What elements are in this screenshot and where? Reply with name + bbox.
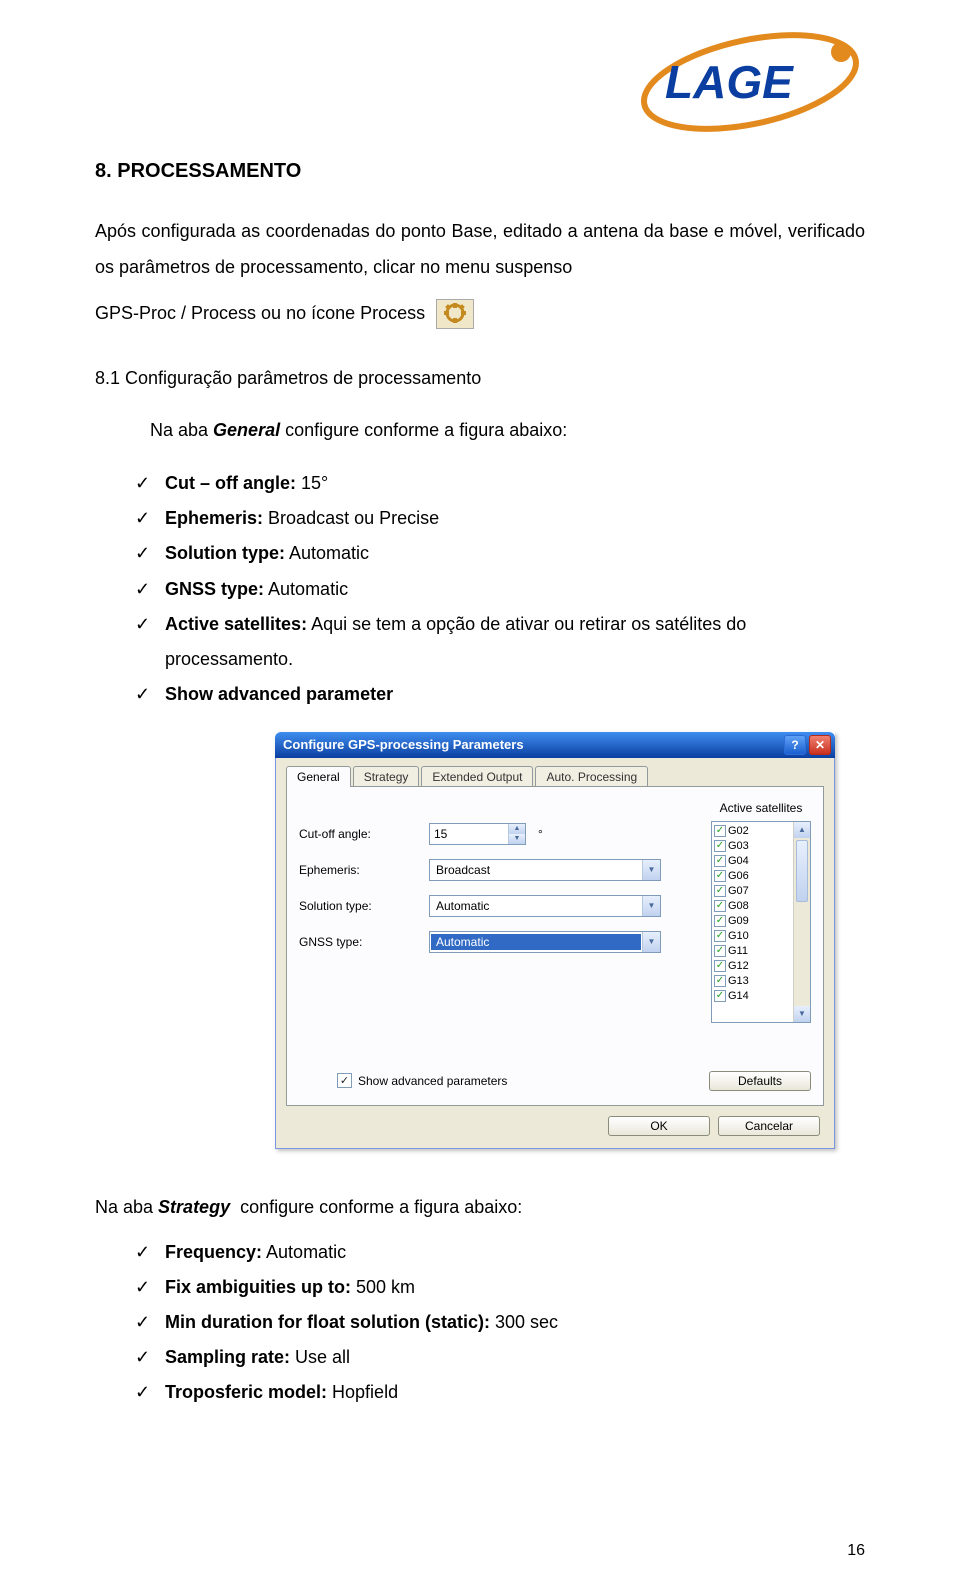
dialog-configure-gps-processing: Configure GPS-processing Parameters ? ✕ … bbox=[275, 732, 835, 1149]
strategy-intro: Na aba Strategy configure conforme a fig… bbox=[95, 1189, 865, 1225]
scroll-up-icon[interactable]: ▲ bbox=[794, 822, 810, 838]
chevron-down-icon[interactable]: ▼ bbox=[642, 860, 660, 880]
satellite-item[interactable]: ✓G12 bbox=[714, 959, 793, 974]
svg-text:LAGE: LAGE bbox=[665, 56, 794, 108]
list-item-continuation: processamento. bbox=[165, 642, 865, 677]
page-number: 16 bbox=[847, 1542, 865, 1560]
dialog-title: Configure GPS-processing Parameters bbox=[283, 737, 524, 752]
defaults-button[interactable]: Defaults bbox=[709, 1071, 811, 1091]
chevron-down-icon[interactable]: ▼ bbox=[642, 932, 660, 952]
label-gnss-type: GNSS type: bbox=[299, 935, 429, 949]
checkbox-icon[interactable]: ✓ bbox=[714, 870, 726, 882]
brand-logo: LAGE bbox=[635, 30, 865, 135]
gnss-type-select[interactable]: Automatic ▼ bbox=[429, 931, 661, 953]
checkbox-icon[interactable]: ✓ bbox=[714, 855, 726, 867]
satellite-item[interactable]: ✓G10 bbox=[714, 929, 793, 944]
satellite-item[interactable]: ✓G07 bbox=[714, 884, 793, 899]
subsection-heading: 8.1 Configuração parâmetros de processam… bbox=[95, 361, 865, 395]
list-item: GNSS type: Automatic bbox=[135, 572, 865, 607]
list-item: Solution type: Automatic bbox=[135, 536, 865, 571]
help-button[interactable]: ? bbox=[784, 735, 806, 755]
checklist-general-2: Show advanced parameter bbox=[135, 677, 865, 712]
tab-extended-output[interactable]: Extended Output bbox=[421, 766, 533, 787]
chevron-down-icon[interactable]: ▼ bbox=[642, 896, 660, 916]
label-ephemeris: Ephemeris: bbox=[299, 863, 429, 877]
checkbox-icon[interactable]: ✓ bbox=[714, 915, 726, 927]
ephemeris-select[interactable]: Broadcast ▼ bbox=[429, 859, 661, 881]
checkbox-icon[interactable]: ✓ bbox=[714, 960, 726, 972]
checkbox-icon[interactable]: ✓ bbox=[714, 975, 726, 987]
satellite-item[interactable]: ✓G03 bbox=[714, 839, 793, 854]
dialog-titlebar[interactable]: Configure GPS-processing Parameters ? ✕ bbox=[275, 732, 835, 758]
tab-auto-processing[interactable]: Auto. Processing bbox=[535, 766, 648, 787]
checkbox-icon[interactable]: ✓ bbox=[714, 990, 726, 1002]
list-item: Show advanced parameter bbox=[135, 677, 865, 712]
list-item: Troposferic model: Hopfield bbox=[135, 1375, 865, 1410]
checkbox-icon[interactable]: ✓ bbox=[714, 900, 726, 912]
solution-type-select[interactable]: Automatic ▼ bbox=[429, 895, 661, 917]
label-cutoff: Cut-off angle: bbox=[299, 827, 429, 841]
list-item: Fix ambiguities up to: 500 km bbox=[135, 1270, 865, 1305]
list-item: Min duration for float solution (static)… bbox=[135, 1305, 865, 1340]
checkbox-icon[interactable]: ✓ bbox=[714, 930, 726, 942]
tab-general[interactable]: General bbox=[286, 766, 351, 787]
satellite-item[interactable]: ✓G06 bbox=[714, 869, 793, 884]
checklist-general: Cut – off angle: 15° Ephemeris: Broadcas… bbox=[135, 466, 865, 641]
cutoff-angle-value[interactable] bbox=[430, 824, 508, 844]
spinner-down-icon[interactable]: ▼ bbox=[509, 834, 525, 844]
show-advanced-label: Show advanced parameters bbox=[358, 1074, 507, 1088]
checkbox-icon[interactable]: ✓ bbox=[714, 885, 726, 897]
show-advanced-checkbox[interactable]: ✓ bbox=[337, 1073, 352, 1088]
degree-symbol: ° bbox=[538, 827, 543, 841]
intro-paragraph-2: GPS-Proc / Process ou no ícone Process bbox=[95, 295, 865, 331]
cutoff-angle-input[interactable]: ▲ ▼ bbox=[429, 823, 526, 845]
satellite-item[interactable]: ✓G09 bbox=[714, 914, 793, 929]
close-button[interactable]: ✕ bbox=[809, 735, 831, 755]
list-item: Ephemeris: Broadcast ou Precise bbox=[135, 501, 865, 536]
list-item: Frequency: Automatic bbox=[135, 1235, 865, 1270]
list-item: Cut – off angle: 15° bbox=[135, 466, 865, 501]
satellite-item[interactable]: ✓G11 bbox=[714, 944, 793, 959]
ok-button[interactable]: OK bbox=[608, 1116, 710, 1136]
dialog-tabs: General Strategy Extended Output Auto. P… bbox=[286, 766, 824, 787]
process-icon bbox=[436, 299, 474, 329]
list-item: Active satellites: Aqui se tem a opção d… bbox=[135, 607, 865, 642]
tab-panel-general: Cut-off angle: ▲ ▼ ° Ephemeri bbox=[286, 786, 824, 1106]
satellite-item[interactable]: ✓G04 bbox=[714, 854, 793, 869]
tab-strategy[interactable]: Strategy bbox=[353, 766, 420, 787]
label-solution-type: Solution type: bbox=[299, 899, 429, 913]
scroll-down-icon[interactable]: ▼ bbox=[794, 1006, 810, 1022]
satellite-item[interactable]: ✓G02 bbox=[714, 824, 793, 839]
checkbox-icon[interactable]: ✓ bbox=[714, 840, 726, 852]
scroll-thumb[interactable] bbox=[796, 840, 808, 902]
satellite-item[interactable]: ✓G14 bbox=[714, 989, 793, 1004]
satellite-item[interactable]: ✓G13 bbox=[714, 974, 793, 989]
scrollbar[interactable]: ▲ ▼ bbox=[793, 822, 810, 1022]
section-heading: 8. PROCESSAMENTO bbox=[95, 160, 865, 183]
checkbox-icon[interactable]: ✓ bbox=[714, 825, 726, 837]
checklist-strategy: Frequency: Automatic Fix ambiguities up … bbox=[135, 1235, 865, 1410]
cancel-button[interactable]: Cancelar bbox=[718, 1116, 820, 1136]
active-satellites-listbox[interactable]: ✓G02✓G03✓G04✓G06✓G07✓G08✓G09✓G10✓G11✓G12… bbox=[711, 821, 811, 1023]
satellite-item[interactable]: ✓G08 bbox=[714, 899, 793, 914]
intro-paragraph-1: Após configurada as coordenadas do ponto… bbox=[95, 213, 865, 285]
checkbox-icon[interactable]: ✓ bbox=[714, 945, 726, 957]
list-item: Sampling rate: Use all bbox=[135, 1340, 865, 1375]
spinner-up-icon[interactable]: ▲ bbox=[509, 824, 525, 834]
subsection-text: Na aba General configure conforme a figu… bbox=[150, 413, 865, 448]
label-active-satellites: Active satellites bbox=[711, 801, 811, 815]
